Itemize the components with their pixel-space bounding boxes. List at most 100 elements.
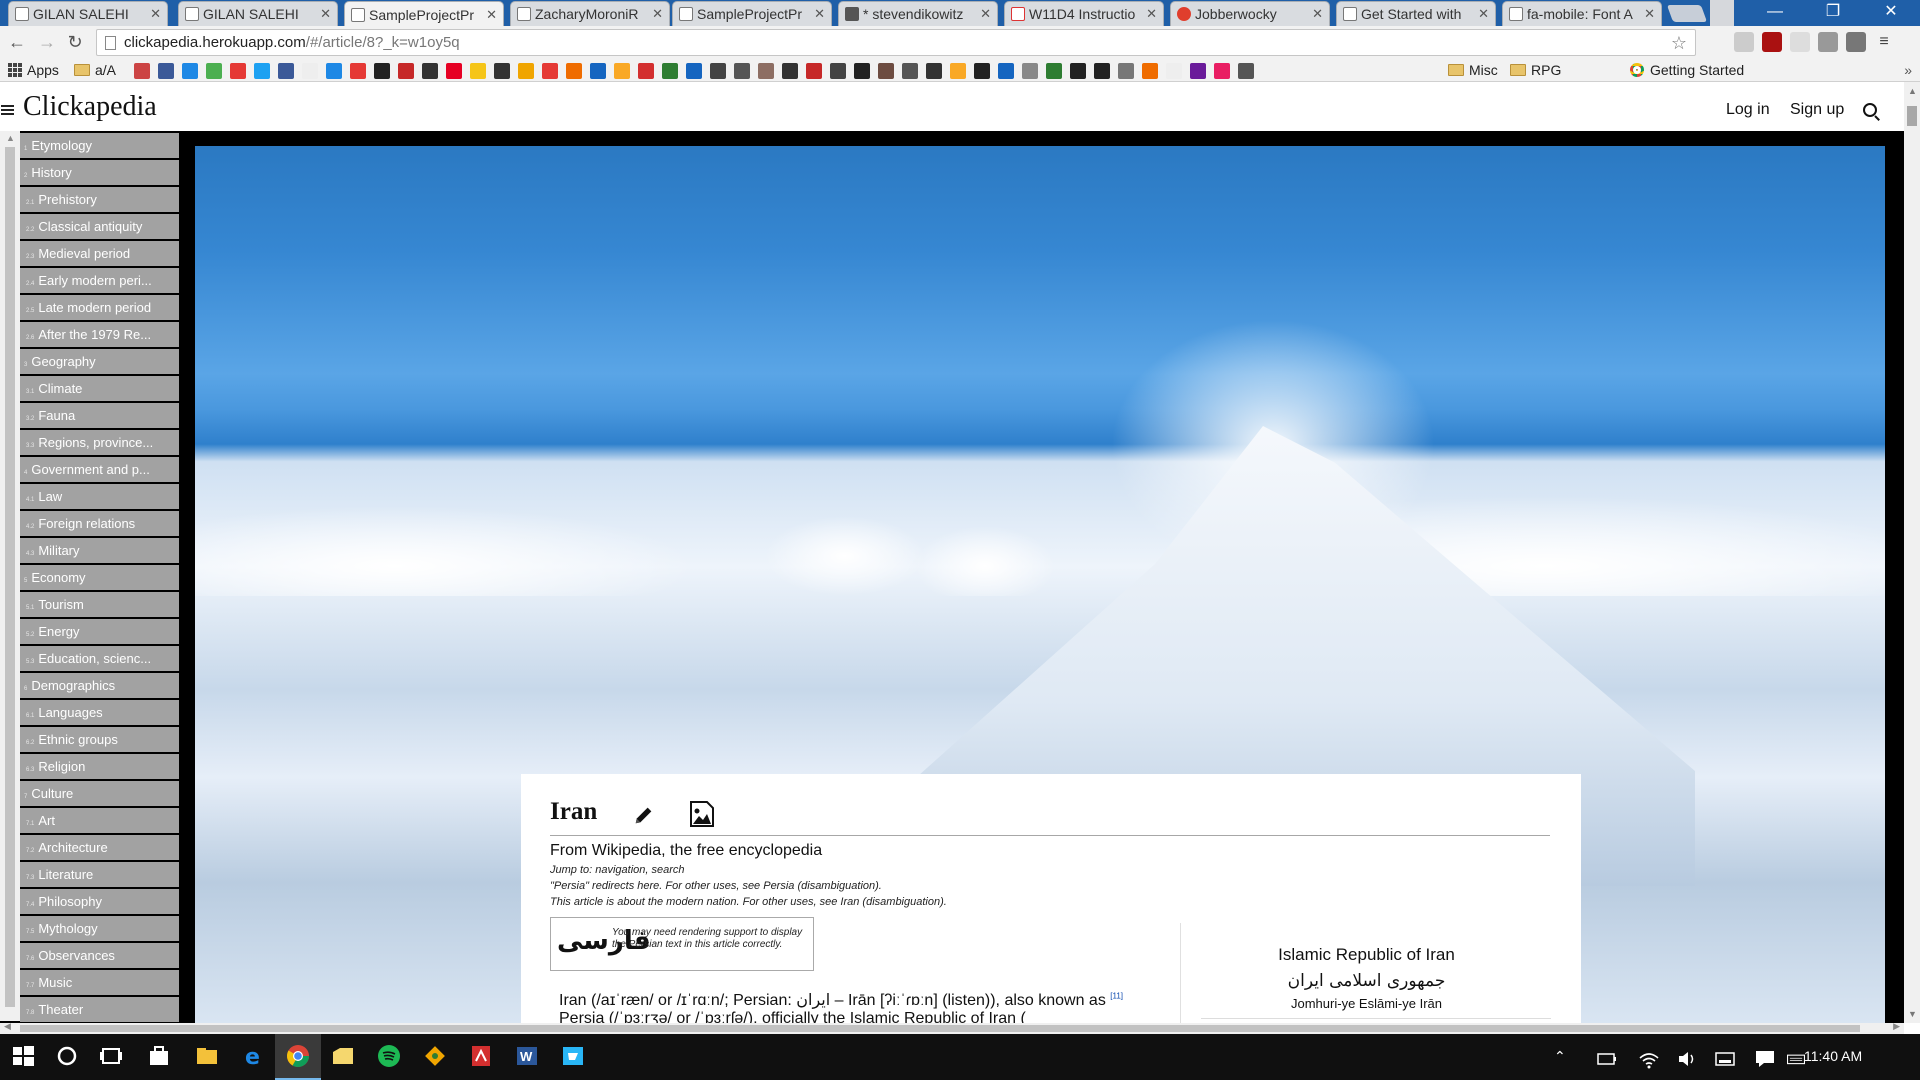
reload-icon[interactable]: ↻: [64, 31, 86, 53]
jump-hatnote[interactable]: Jump to: navigation, search: [550, 864, 685, 876]
bookmark-icon[interactable]: [590, 63, 606, 79]
hamburger-menu-icon[interactable]: [1, 105, 14, 115]
bookmark-icon[interactable]: [470, 63, 486, 79]
menu-icon[interactable]: ≡: [1874, 32, 1894, 52]
taskbar-clock[interactable]: 11:40 AM: [1804, 1048, 1862, 1064]
close-window-icon[interactable]: ✕: [1862, 0, 1920, 26]
ublock-icon[interactable]: [1762, 32, 1782, 52]
facebook-icon[interactable]: [278, 63, 294, 79]
toc-item[interactable]: 7.6 Observances: [20, 943, 179, 968]
tablet-mode-icon[interactable]: [1712, 1046, 1738, 1072]
bookmark-icon[interactable]: [950, 63, 966, 79]
tab-1[interactable]: GILAN SALEHI ✕: [8, 1, 168, 26]
bookmark-icon[interactable]: [830, 63, 846, 79]
bookmark-icon[interactable]: [806, 63, 822, 79]
sidebar-scrollbar[interactable]: ▲: [0, 131, 20, 1021]
cortana-search-icon[interactable]: [54, 1043, 80, 1069]
bookmark-icon[interactable]: [1166, 63, 1182, 79]
toc-item[interactable]: 2.1 Prehistory: [20, 187, 179, 212]
bookmark-star-icon[interactable]: ☆: [1671, 33, 1687, 54]
toc-item[interactable]: 5.2 Energy: [20, 619, 179, 644]
close-icon[interactable]: ✕: [320, 6, 331, 22]
bookmark-icon[interactable]: [566, 63, 582, 79]
bookmark-icon[interactable]: [614, 63, 630, 79]
tab-5[interactable]: SampleProjectPr ✕: [672, 1, 832, 26]
wikipedia-icon[interactable]: [302, 63, 318, 79]
youtube-icon[interactable]: [230, 63, 246, 79]
bookmark-icon[interactable]: [1118, 63, 1134, 79]
extension-icon[interactable]: [1818, 32, 1838, 52]
acrobat-icon[interactable]: [468, 1043, 494, 1069]
toc-item[interactable]: 4.2 Foreign relations: [20, 511, 179, 536]
bookmark-icon[interactable]: [206, 63, 222, 79]
toc-item[interactable]: 4 Government and p...: [20, 457, 179, 482]
word-icon[interactable]: W: [514, 1043, 540, 1069]
tab-8[interactable]: Jobberwocky ✕: [1170, 1, 1330, 26]
store-icon[interactable]: [146, 1043, 172, 1069]
battery-icon[interactable]: [1594, 1046, 1620, 1072]
twitter-icon[interactable]: [254, 63, 270, 79]
page-scroll-thumb[interactable]: [1907, 106, 1917, 126]
tab-2[interactable]: GILAN SALEHI ✕: [178, 1, 338, 26]
bookmark-icon[interactable]: [902, 63, 918, 79]
tray-overflow-icon[interactable]: ⌃: [1554, 1048, 1566, 1065]
wikiwand-icon[interactable]: [1790, 32, 1810, 52]
bookmark-icon[interactable]: [998, 63, 1014, 79]
folder-app-icon[interactable]: [330, 1043, 356, 1069]
toc-item[interactable]: 2.5 Late modern period: [20, 295, 179, 320]
toc-item[interactable]: 2.2 Classical antiquity: [20, 214, 179, 239]
bookmark-icon[interactable]: [398, 63, 414, 79]
wifi-icon[interactable]: [1636, 1046, 1662, 1072]
minimize-icon[interactable]: —: [1746, 0, 1804, 26]
toc-item[interactable]: 3 Geography: [20, 349, 179, 374]
close-icon[interactable]: ✕: [1312, 6, 1323, 22]
close-icon[interactable]: ✕: [1146, 6, 1157, 22]
bookmark-icon[interactable]: [326, 63, 342, 79]
bookmark-icon[interactable]: [494, 63, 510, 79]
scroll-up-arrow-icon[interactable]: ▲: [1908, 86, 1917, 96]
toc-item[interactable]: 1 Etymology: [20, 133, 179, 158]
scroll-right-arrow-icon[interactable]: ▶: [1893, 1021, 1900, 1032]
bookmark-icon[interactable]: [1238, 63, 1254, 79]
toc-item[interactable]: 2 History: [20, 160, 179, 185]
new-tab-button[interactable]: [1666, 5, 1708, 22]
toc-item[interactable]: 7.8 Theater: [20, 997, 179, 1022]
bookmark-folder-rpg[interactable]: RPG: [1510, 62, 1561, 78]
restore-icon[interactable]: ❐: [1804, 0, 1862, 26]
toc-item[interactable]: 6.2 Ethnic groups: [20, 727, 179, 752]
bookmark-icon[interactable]: [1142, 63, 1158, 79]
bookmark-icon[interactable]: [662, 63, 678, 79]
bookmark-icon[interactable]: [1190, 63, 1206, 79]
tab-7[interactable]: W11D4 Instructio ✕: [1004, 1, 1164, 26]
netflix-icon[interactable]: [542, 63, 558, 79]
close-icon[interactable]: ✕: [1644, 6, 1655, 22]
close-icon[interactable]: ✕: [486, 7, 497, 23]
close-icon[interactable]: ✕: [1478, 6, 1489, 22]
apps-bookmark[interactable]: Apps: [8, 62, 59, 78]
tab-3-active[interactable]: SampleProjectPr ✕: [344, 1, 504, 27]
reference-link[interactable]: [11]: [1110, 992, 1123, 1001]
bookmark-icon[interactable]: [134, 63, 150, 79]
bookmark-icon[interactable]: [158, 63, 174, 79]
close-icon[interactable]: ✕: [150, 6, 161, 22]
sidebar-scroll-thumb[interactable]: [5, 147, 15, 1007]
toc-item[interactable]: 5.3 Education, scienc...: [20, 646, 179, 671]
page-vertical-scrollbar[interactable]: ▲ ▼: [1904, 82, 1920, 1023]
windows-start-icon[interactable]: [10, 1043, 36, 1069]
toc-item[interactable]: 7.3 Literature: [20, 862, 179, 887]
toc-item[interactable]: 2.3 Medieval period: [20, 241, 179, 266]
image-gallery-icon[interactable]: [689, 800, 715, 828]
bookmark-icon[interactable]: [686, 63, 702, 79]
bookmark-folder-aa[interactable]: a/A: [74, 62, 116, 78]
bookmark-icon[interactable]: [1022, 63, 1038, 79]
git-tool-icon[interactable]: [422, 1043, 448, 1069]
bookmark-icon[interactable]: [422, 63, 438, 79]
address-bar[interactable]: clickapedia.herokuapp.com/#/article/8?_k…: [96, 29, 1696, 56]
forward-icon[interactable]: →: [36, 31, 58, 53]
bookmark-icon[interactable]: [758, 63, 774, 79]
cast-icon[interactable]: [1734, 32, 1754, 52]
toc-item[interactable]: 5 Economy: [20, 565, 179, 590]
extension-icon[interactable]: [1846, 32, 1866, 52]
toc-item[interactable]: 7.2 Architecture: [20, 835, 179, 860]
signup-link[interactable]: Sign up: [1790, 101, 1844, 119]
